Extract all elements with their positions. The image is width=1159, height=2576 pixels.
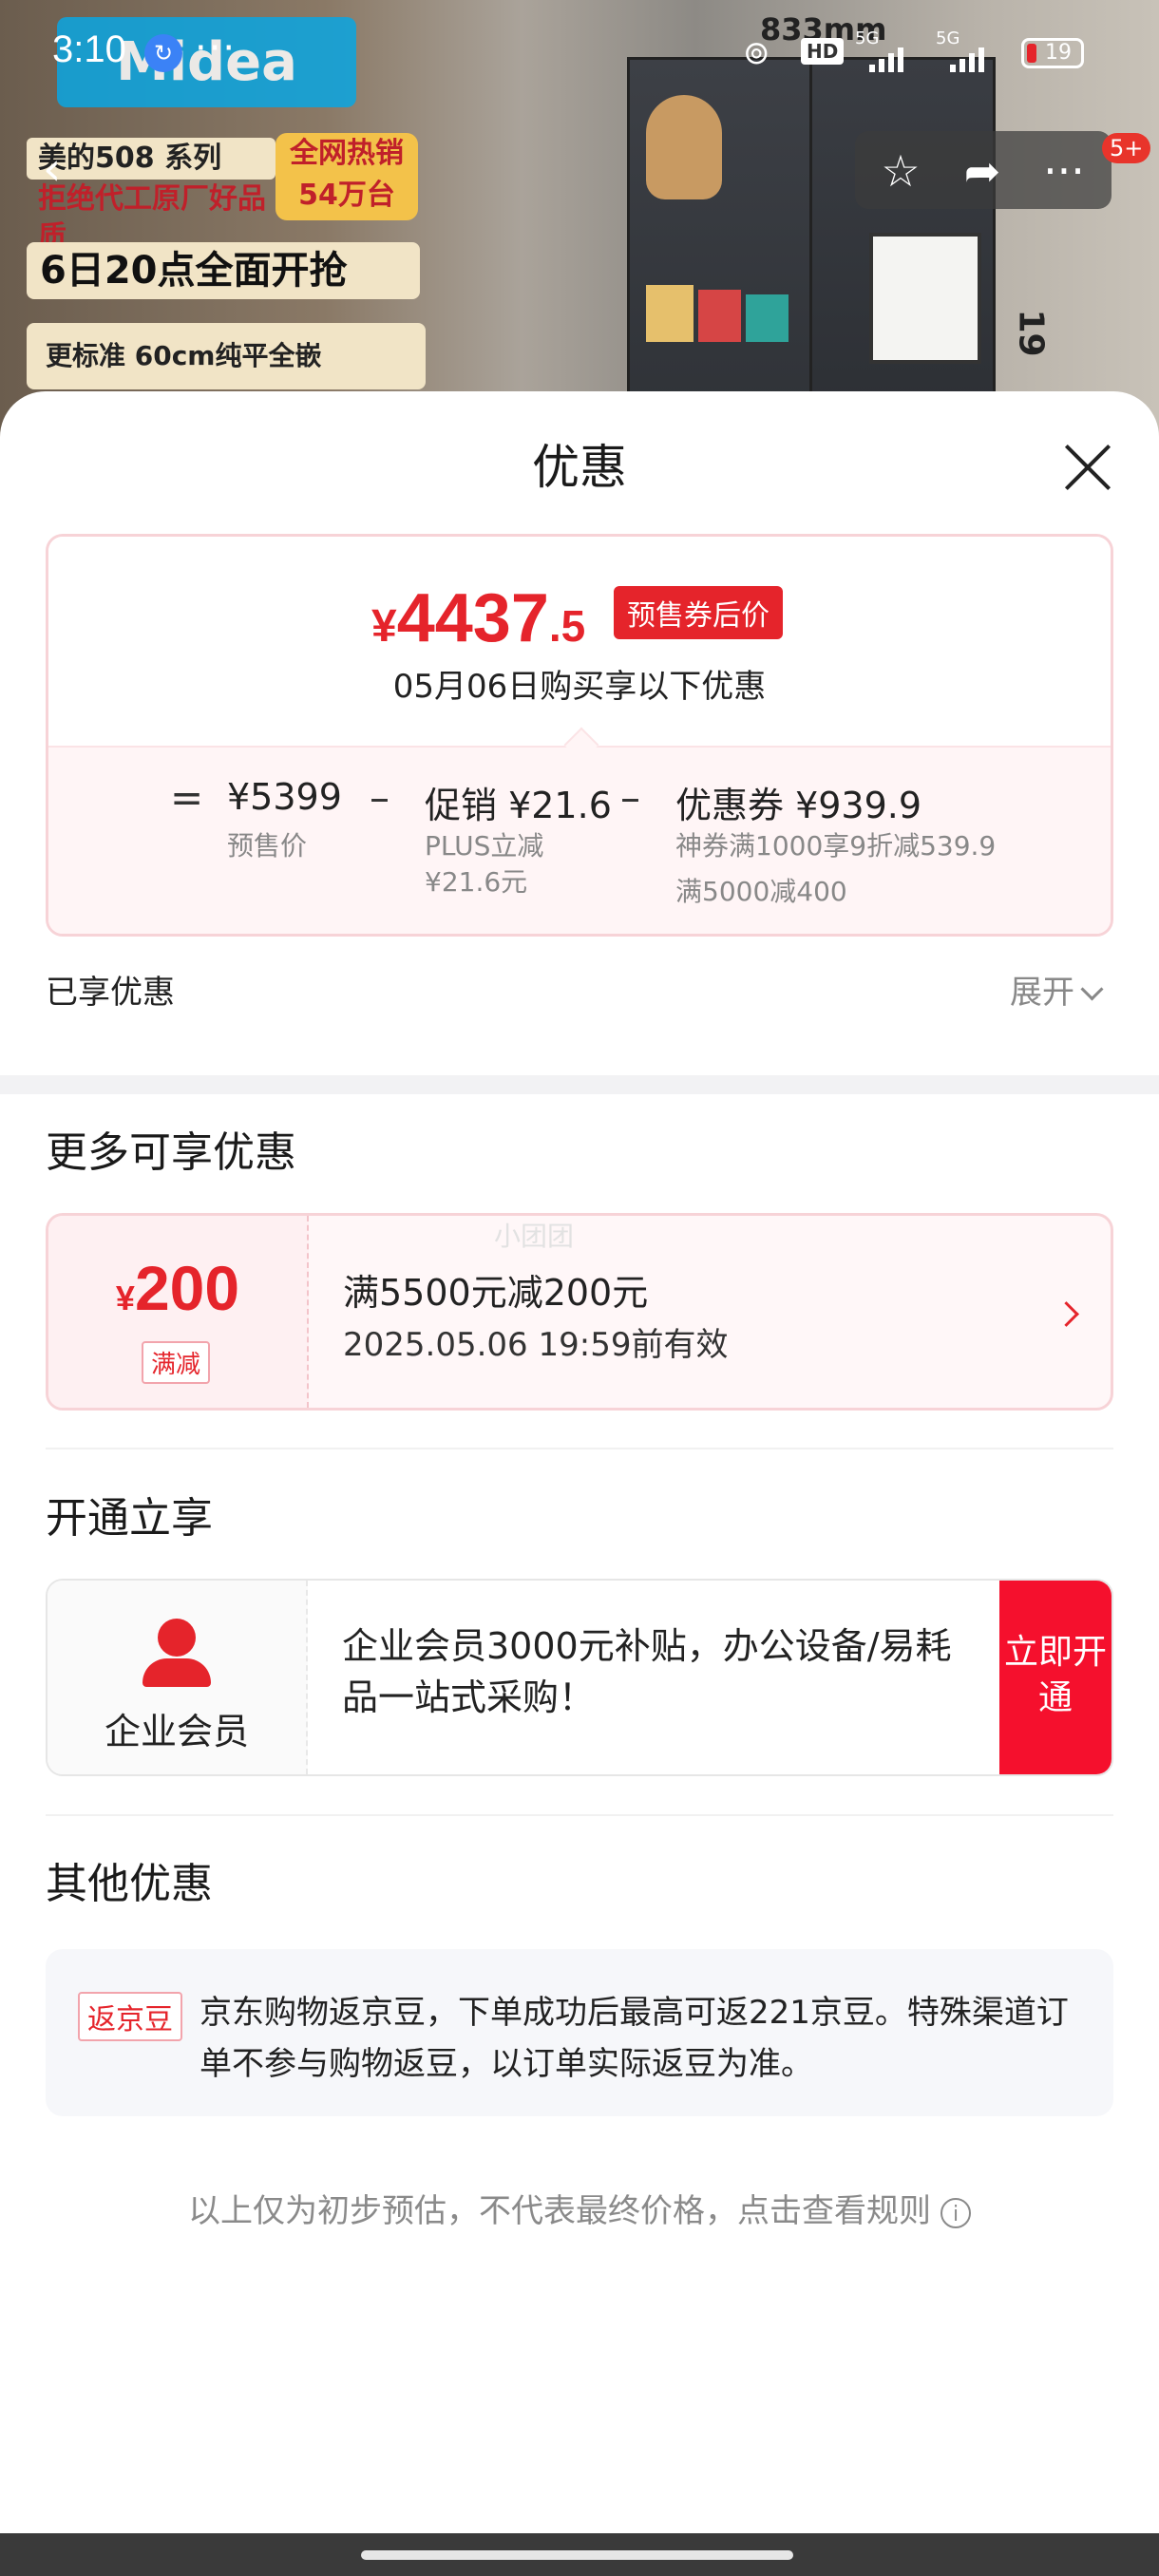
promo-value: 促销 ¥21.6 xyxy=(425,785,612,826)
home-indicator[interactable] xyxy=(361,2550,793,2560)
promo-sub-label: PLUS立减 xyxy=(425,830,544,862)
rebate-description: 京东购物返京豆，下单成功后最高可返221京豆。特殊渠道订单不参与购物返豆，以订单… xyxy=(200,1994,1069,2083)
person-icon xyxy=(139,1619,215,1687)
minus-sign: – xyxy=(370,774,390,821)
coupon-type-tag: 满减 xyxy=(142,1341,211,1384)
sheet-title: 优惠 xyxy=(532,440,627,495)
magnet-box xyxy=(746,294,788,342)
magnet-box xyxy=(698,290,741,342)
coupon-detail-2: 满5000减400 xyxy=(675,876,847,907)
coupon-total-value: 优惠券 ¥939.9 xyxy=(675,785,922,826)
star-icon[interactable]: ☆ xyxy=(874,144,927,198)
floating-toolbar: ☆ ➦ ··· xyxy=(855,131,1112,209)
jingdou-rebate-box: 返京豆 京东购物返京豆，下单成功后最高可返221京豆。特殊渠道订单不参与购物返豆… xyxy=(46,1949,1113,2116)
signal-bars-icon xyxy=(869,47,907,72)
status-time: 3:10 xyxy=(52,28,126,70)
final-price: ¥4437.5 xyxy=(371,580,586,656)
enjoyed-discounts-label: 已享优惠 xyxy=(46,974,175,1012)
more-discounts-title: 更多可享优惠 xyxy=(46,1128,296,1177)
chevron-right-icon xyxy=(1054,1301,1079,1327)
banner-slogan: 拒绝代工原厂好品质 xyxy=(38,182,266,254)
system-nav-bar xyxy=(0,2533,1159,2576)
price-formula: = ¥5399 预售价 – 促销 ¥21.6 PLUS立减 ¥21.6元 – 优… xyxy=(48,746,1111,934)
dimension-side-label: 19 xyxy=(1011,309,1051,357)
coupon-card[interactable]: ¥200 满减 满5500元减200元 2025.05.06 19:59前有效 xyxy=(46,1213,1113,1411)
status-bar: 3:10 ↻ ··· ⊚ HD 5G 5G 19 xyxy=(0,0,1159,104)
share-icon[interactable]: ➦ xyxy=(956,144,1009,198)
rebate-tag: 返京豆 xyxy=(78,1992,182,2041)
promo-sub-amount: ¥21.6元 xyxy=(425,866,528,898)
coupon-detail-1: 神券满1000享9折减539.9 xyxy=(675,830,997,862)
more-icon[interactable]: ··· xyxy=(1037,144,1091,198)
banner-standard: 更标准 60cm纯平全嵌 xyxy=(27,323,426,389)
divider xyxy=(46,1448,1113,1449)
chevron-down-icon xyxy=(1080,977,1104,1001)
coupon-validity: 2025.05.06 19:59前有效 xyxy=(343,1326,729,1364)
info-icon[interactable]: i xyxy=(940,2197,971,2228)
battery-level: 19 xyxy=(1045,41,1072,65)
open-now-button[interactable]: 立即开通 xyxy=(999,1581,1112,1774)
member-description: 企业会员3000元补贴，办公设备/易耗品一站式采购！ xyxy=(342,1625,952,1718)
price-breakdown-card: ¥4437.5 预售券后价 05月06日购买享以下优惠 = ¥5399 预售价 … xyxy=(46,534,1113,937)
discount-sheet: 优惠 ¥4437.5 预售券后价 05月06日购买享以下优惠 = ¥5399 预… xyxy=(0,391,1159,2533)
message-badge: 5+ xyxy=(1102,133,1151,163)
expand-button[interactable]: 展开 xyxy=(1010,966,1104,1013)
section-divider xyxy=(0,1075,1159,1094)
equals-sign: = xyxy=(170,774,204,821)
expand-label: 展开 xyxy=(1010,974,1074,1012)
banner-hot-badge: 全网热销54万台 xyxy=(276,133,418,220)
enterprise-member-card: 企业会员 企业会员3000元补贴，办公设备/易耗品一站式采购！ 立即开通 xyxy=(46,1579,1113,1776)
estimate-disclaimer[interactable]: 以上仅为初步预估，不代表最终价格，点击查看规则 i xyxy=(0,2185,1159,2231)
minus-sign: – xyxy=(620,774,640,821)
open-section-title: 开通立享 xyxy=(46,1494,213,1543)
network-type-1: 5G xyxy=(855,28,880,48)
hd-voice-icon: HD xyxy=(801,38,845,65)
magnet-box xyxy=(646,285,694,342)
more-notifications-icon: ··· xyxy=(195,27,238,70)
back-icon[interactable]: ‹ xyxy=(43,142,61,196)
member-name: 企业会员 xyxy=(104,1711,249,1752)
purchase-date-line: 05月06日购买享以下优惠 xyxy=(392,668,767,706)
battery-icon: 19 xyxy=(1021,38,1084,68)
presale-price-tag: 预售券后价 xyxy=(614,586,783,639)
coupon-amount: ¥200 xyxy=(115,1253,240,1323)
other-discounts-title: 其他优惠 xyxy=(46,1860,213,1908)
toy-decoration xyxy=(646,95,722,199)
presale-price-value: ¥5399 xyxy=(227,776,342,818)
memo-board xyxy=(869,233,981,364)
watermark: 小团团 xyxy=(494,1221,575,1252)
divider xyxy=(46,1814,1113,1816)
hotspot-icon: ⊚ xyxy=(743,34,770,72)
signal-bars-icon xyxy=(950,47,988,72)
disclaimer-text: 以上仅为初步预估，不代表最终价格，点击查看规则 xyxy=(188,2192,931,2230)
banner-sale: 6日20点全面开抢 xyxy=(27,242,420,299)
app-notification-icon: ↻ xyxy=(144,34,182,72)
close-icon[interactable] xyxy=(1059,439,1116,496)
coupon-description: 满5500元减200元 xyxy=(343,1272,649,1314)
banner-series: 美的508 系列 xyxy=(27,138,276,180)
network-type-2: 5G xyxy=(936,28,960,48)
presale-price-label: 预售价 xyxy=(227,830,308,862)
